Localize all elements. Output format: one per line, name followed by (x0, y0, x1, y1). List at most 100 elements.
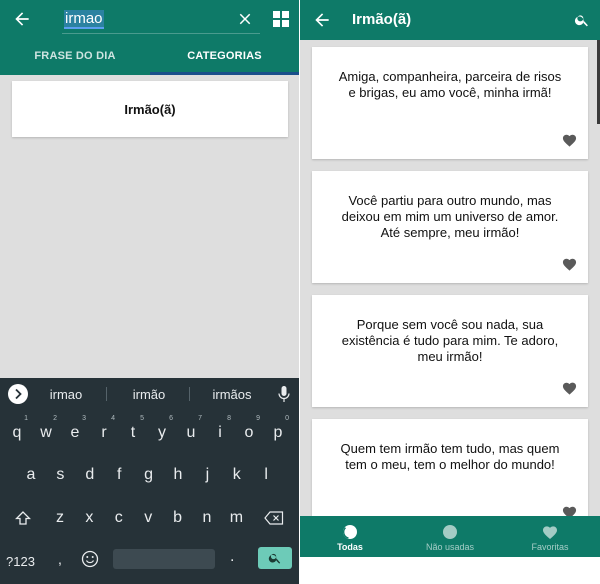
suggestion-divider (189, 387, 190, 401)
quote-text: Porque sem você sou nada, sua existência… (341, 317, 559, 364)
key-f[interactable]: f (106, 460, 132, 490)
key-b[interactable]: b (165, 503, 191, 533)
quote-card[interactable]: Quem tem irmão tem tudo, mas quem tem o … (312, 419, 588, 531)
grid-view-icon[interactable] (273, 11, 289, 27)
suggestion-word[interactable]: irmão (114, 387, 184, 402)
nav-favoritas[interactable]: Favoritas (500, 516, 600, 557)
emoji-icon[interactable] (81, 550, 99, 568)
quote-text: Você partiu para outro mundo, mas deixou… (341, 193, 559, 240)
search-input[interactable]: irmao (64, 10, 104, 29)
circle-outline-icon (343, 525, 357, 539)
circle-icon (443, 525, 457, 539)
search-underline (62, 33, 260, 34)
key-letter: w (40, 424, 52, 441)
quotes-toolbar: Irmão(ã) (300, 0, 600, 40)
key-e[interactable]: e3 (62, 415, 88, 448)
key-letter: e (70, 424, 80, 441)
heart-icon (543, 526, 557, 539)
key-s[interactable]: s (47, 460, 73, 490)
key-hint: 0 (285, 415, 289, 422)
key-c[interactable]: c (106, 503, 132, 533)
key-z[interactable]: z (47, 503, 73, 533)
key-k[interactable]: k (224, 460, 250, 490)
symbols-key[interactable]: ?123 (6, 554, 35, 569)
quote-card[interactable]: Amiga, companheira, parceira de risos e … (312, 47, 588, 159)
key-p[interactable]: p0 (265, 415, 291, 448)
key-x[interactable]: x (76, 503, 102, 533)
key-letter: r (101, 424, 107, 441)
key-hint: 5 (140, 415, 144, 422)
space-bar[interactable] (113, 549, 215, 569)
key-hint: 4 (111, 415, 115, 422)
key-u[interactable]: u7 (178, 415, 204, 448)
onscreen-keyboard: irmao irmão irmãos q1w2e3r4t5y6u7i8o9p0 … (0, 378, 299, 584)
key-hint: 1 (24, 415, 28, 422)
favorite-heart-icon[interactable] (562, 133, 577, 147)
nav-todas[interactable]: Todas (300, 516, 400, 557)
key-hint: 2 (53, 415, 57, 422)
key-letter: p (273, 424, 283, 441)
category-result-card[interactable]: Irmão(ã) (12, 81, 288, 137)
key-q[interactable]: q1 (4, 415, 30, 448)
key-letter: y (158, 424, 166, 441)
tab-categorias[interactable]: CATEGORIAS (150, 38, 299, 75)
keyboard-row-1: q1w2e3r4t5y6u7i8o9p0 (0, 415, 299, 448)
nav-nao-usadas[interactable]: Não usadas (400, 516, 500, 557)
suggestion-word[interactable]: irmao (31, 387, 101, 402)
system-bottom-area (300, 557, 600, 584)
key-t[interactable]: t5 (120, 415, 146, 448)
key-j[interactable]: j (194, 460, 220, 490)
keyboard-search-button[interactable] (258, 547, 292, 569)
quote-card[interactable]: Você partiu para outro mundo, mas deixou… (312, 171, 588, 283)
suggestion-word[interactable]: irmãos (197, 387, 267, 402)
key-d[interactable]: d (77, 460, 103, 490)
backspace-icon[interactable] (264, 511, 284, 525)
quotes-screen: Irmão(ã) Amiga, companheira, parceira de… (300, 0, 600, 584)
tab-bar: FRASE DO DIA CATEGORIAS (0, 38, 299, 75)
arrow-back-icon[interactable] (312, 10, 332, 30)
nav-label: Todas (337, 542, 363, 552)
favorite-heart-icon[interactable] (562, 257, 577, 271)
comma-key[interactable]: , (58, 551, 62, 567)
tab-frase-do-dia[interactable]: FRASE DO DIA (0, 38, 150, 75)
microphone-icon[interactable] (278, 386, 290, 402)
search-icon (268, 553, 281, 564)
shift-icon[interactable] (15, 511, 31, 525)
key-a[interactable]: a (18, 460, 44, 490)
key-i[interactable]: i8 (207, 415, 233, 448)
suggestion-divider (106, 387, 107, 401)
suggestion-strip: irmao irmão irmãos (0, 378, 299, 410)
quote-text: Quem tem irmão tem tudo, mas quem tem o … (340, 441, 560, 472)
nav-label: Não usadas (425, 542, 475, 552)
arrow-back-icon[interactable] (12, 9, 32, 29)
key-v[interactable]: v (135, 503, 161, 533)
key-hint: 7 (198, 415, 202, 422)
key-letter: u (186, 424, 196, 441)
key-n[interactable]: n (194, 503, 220, 533)
key-l[interactable]: l (253, 460, 279, 490)
key-hint: 3 (82, 415, 86, 422)
search-toolbar: irmao (0, 0, 299, 38)
key-y[interactable]: y6 (149, 415, 175, 448)
key-hint: 9 (256, 415, 260, 422)
keyboard-row-3: zxcvbnm (0, 503, 299, 533)
search-icon[interactable] (574, 12, 590, 28)
key-h[interactable]: h (165, 460, 191, 490)
quote-card[interactable]: Porque sem você sou nada, sua existência… (312, 295, 588, 407)
close-icon[interactable] (236, 10, 254, 28)
search-screen: irmao FRASE DO DIA CATEGORIAS Irmão(ã) i… (0, 0, 299, 584)
nav-label: Favoritas (531, 542, 569, 552)
period-key[interactable]: . (230, 548, 234, 566)
page-title: Irmão(ã) (352, 11, 412, 28)
key-g[interactable]: g (136, 460, 162, 490)
key-letter: t (130, 424, 136, 441)
favorite-heart-icon[interactable] (562, 381, 577, 395)
bottom-navigation: Todas Não usadas Favoritas (300, 516, 600, 557)
key-w[interactable]: w2 (33, 415, 59, 448)
key-r[interactable]: r4 (91, 415, 117, 448)
key-hint: 6 (169, 415, 173, 422)
expand-suggestions-button[interactable] (8, 384, 28, 404)
key-m[interactable]: m (223, 503, 249, 533)
key-hint: 8 (227, 415, 231, 422)
key-o[interactable]: o9 (236, 415, 262, 448)
